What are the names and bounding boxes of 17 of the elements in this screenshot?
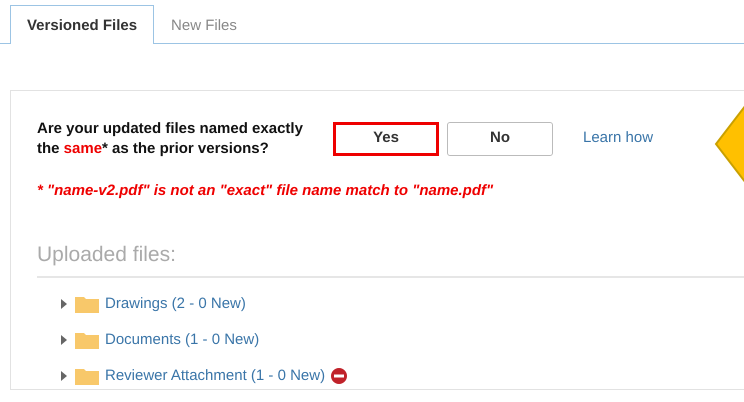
expand-caret-icon[interactable] [59,370,69,382]
folder-icon [75,331,99,349]
folder-icon [75,367,99,385]
folder-label[interactable]: Documents (1 - 0 New) [105,328,260,352]
folder-label[interactable]: Reviewer Attachment (1 - 0 New) [105,364,326,388]
expand-caret-icon[interactable] [59,298,69,310]
expand-caret-icon[interactable] [59,334,69,346]
folder-icon [75,295,99,313]
folder-label[interactable]: Drawings (2 - 0 New) [105,292,246,316]
note-text: * "name-v2.pdf" is not an "exact" file name match to "name.pdf" [37,181,494,201]
answer-button[interactable]: Yes [333,122,439,156]
answer-button[interactable]: No [447,122,553,156]
tab[interactable]: Versioned Files [10,5,154,44]
learn-how-link[interactable]: Learn how [583,127,654,150]
section-heading: Uploaded files: [37,238,744,278]
question-text: Are your updated files named exactly the same* as the prior versions? [37,119,304,158]
tab[interactable]: New Files [154,5,254,44]
